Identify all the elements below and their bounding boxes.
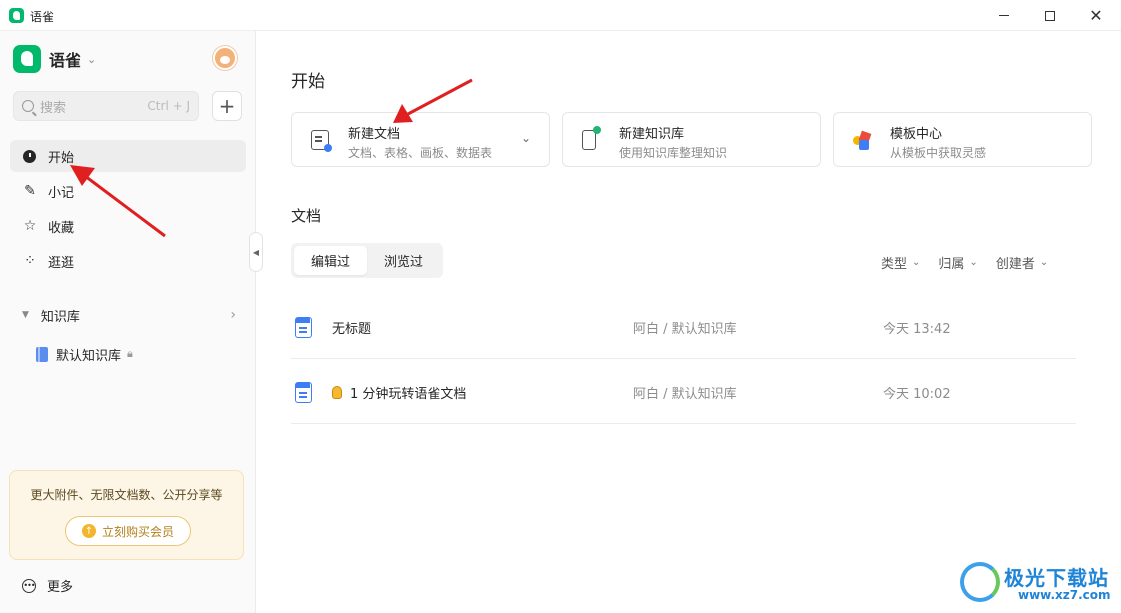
- maximize-button[interactable]: [1027, 0, 1073, 31]
- minimize-button[interactable]: [981, 0, 1027, 31]
- sidebar-item-label: 收藏: [48, 220, 75, 236]
- book-icon: [36, 346, 48, 362]
- card-title: 模板中心: [890, 127, 943, 142]
- star-icon: ☆: [23, 218, 37, 234]
- promo-text: 更大附件、无限文档数、公开分享等: [30, 488, 223, 502]
- clock-icon: [23, 149, 36, 163]
- filter-label: 归属: [938, 257, 965, 272]
- window-titlebar: 语雀 ✕: [0, 0, 1121, 31]
- document-time: 今天 13:42: [883, 322, 951, 337]
- filter-type[interactable]: 类型 ⌄: [881, 253, 920, 272]
- document-icon: [295, 382, 312, 403]
- filter-label: 创建者: [995, 257, 1035, 272]
- template-icon: [853, 130, 873, 150]
- avatar[interactable]: [213, 46, 237, 70]
- card-title: 新建知识库: [619, 127, 685, 142]
- document-path: 阿白 / 默认知识库: [633, 322, 737, 337]
- buy-membership-button[interactable]: ↑ 立刻购买会员: [65, 516, 191, 546]
- close-button[interactable]: ✕: [1073, 0, 1119, 31]
- sidebar-item-start[interactable]: 开始: [10, 140, 246, 172]
- sidebar-item-label: 开始: [48, 150, 75, 166]
- watermark-name: 极光下载站: [1004, 566, 1109, 590]
- knowledge-base-item-label: 默认知识库: [56, 348, 122, 364]
- buy-membership-label: 立刻购买会员: [101, 524, 174, 539]
- table-row[interactable]: 无标题 阿白 / 默认知识库 今天 13:42: [291, 294, 1076, 359]
- arrow-up-icon: ↑: [81, 524, 96, 538]
- yuque-logo-icon: [13, 45, 41, 73]
- card-subtitle: 使用知识库整理知识: [619, 146, 728, 160]
- filter-label: 类型: [881, 257, 908, 272]
- more-menu[interactable]: ••• 更多: [22, 576, 73, 595]
- grid-icon: ⁘: [24, 253, 36, 269]
- knowledge-base-header[interactable]: ▼ 知识库 ›: [22, 304, 236, 326]
- sidebar-item-explore[interactable]: ⁘ 逛逛: [10, 245, 246, 277]
- document-title: 1 分钟玩转语雀文档: [332, 383, 466, 402]
- card-title: 新建文档: [348, 127, 401, 142]
- document-path: 阿白 / 默认知识库: [633, 387, 737, 402]
- document-title-text: 无标题: [332, 322, 372, 337]
- sidebar-item-notes[interactable]: ✎ 小记: [10, 175, 246, 207]
- search-input[interactable]: 搜索 Ctrl + J: [13, 91, 199, 121]
- minimize-icon: [999, 15, 1009, 16]
- new-kb-icon: [582, 126, 601, 150]
- template-center-card[interactable]: 模板中心 从模板中获取灵感: [833, 112, 1092, 167]
- filter-owner[interactable]: 归属 ⌄: [938, 253, 977, 272]
- document-filters: 类型 ⌄ 归属 ⌄ 创建者 ⌄: [881, 253, 1048, 272]
- document-icon: [295, 317, 312, 338]
- search-icon: [22, 100, 34, 112]
- watermark-logo-icon: [960, 562, 1000, 602]
- tab-edited[interactable]: 编辑过: [294, 246, 367, 275]
- brand-name: 语雀: [49, 51, 82, 70]
- document-title: 无标题: [332, 318, 371, 337]
- sidebar-item-favorites[interactable]: ☆ 收藏: [10, 210, 246, 242]
- card-subtitle: 文档、表格、画板、数据表: [348, 146, 493, 160]
- document-list: 无标题 阿白 / 默认知识库 今天 13:42 1 分钟玩转语雀文档 阿白 / …: [291, 294, 1076, 424]
- more-icon: •••: [22, 578, 36, 593]
- sidebar-item-label: 小记: [48, 185, 75, 201]
- sidebar: 语雀 ⌄ 搜索 Ctrl + J + 开始 ✎ 小记 ☆ 收藏 ⁘ 逛逛 ▼ 知…: [0, 31, 256, 613]
- document-title-text: 1 分钟玩转语雀文档: [350, 387, 467, 402]
- quick-actions: 新建文档 文档、表格、画板、数据表 ⌄ 新建知识库 使用知识库整理知识 模板中心…: [291, 112, 1092, 167]
- more-label: 更多: [47, 580, 74, 595]
- caret-down-icon: ▼: [22, 310, 29, 320]
- knowledge-base-item[interactable]: 默认知识库 🔒︎: [36, 344, 133, 364]
- card-subtitle: 从模板中获取灵感: [890, 146, 987, 160]
- document-tabs: 编辑过 浏览过: [291, 243, 443, 278]
- chevron-down-icon[interactable]: ⌄: [521, 131, 531, 145]
- sidebar-nav: 开始 ✎ 小记 ☆ 收藏 ⁘ 逛逛: [10, 140, 246, 280]
- filter-creator[interactable]: 创建者 ⌄: [996, 253, 1048, 272]
- chevron-down-icon: ⌄: [87, 52, 97, 66]
- new-doc-icon: [311, 130, 332, 152]
- new-knowledge-base-card[interactable]: 新建知识库 使用知识库整理知识: [562, 112, 821, 167]
- brand-switcher[interactable]: 语雀 ⌄: [13, 45, 96, 73]
- search-shortcut: Ctrl + J: [147, 99, 190, 113]
- watermark-url: www.xz7.com: [1018, 588, 1111, 602]
- sidebar-item-label: 逛逛: [48, 255, 75, 271]
- close-icon: ✕: [1089, 5, 1103, 25]
- tab-viewed[interactable]: 浏览过: [367, 246, 440, 275]
- feather-icon: ✎: [24, 183, 36, 199]
- chevron-down-icon: ⌄: [912, 257, 921, 268]
- app-icon: [9, 8, 24, 23]
- lightbulb-icon: [332, 386, 342, 399]
- lock-icon: 🔒︎: [127, 347, 133, 360]
- membership-promo: 更大附件、无限文档数、公开分享等 ↑ 立刻购买会员: [9, 470, 244, 560]
- window-title: 语雀: [30, 10, 55, 24]
- document-time: 今天 10:02: [883, 387, 951, 402]
- chevron-down-icon: ⌄: [969, 257, 978, 268]
- watermark: 极光下载站 www.xz7.com: [958, 560, 1118, 610]
- main-content: 开始 新建文档 文档、表格、画板、数据表 ⌄ 新建知识库 使用知识库整理知识 模…: [256, 31, 1121, 613]
- chevron-right-icon[interactable]: ›: [230, 307, 236, 323]
- table-row[interactable]: 1 分钟玩转语雀文档 阿白 / 默认知识库 今天 10:02: [291, 359, 1076, 424]
- chevron-down-icon: ⌄: [1039, 257, 1049, 268]
- knowledge-base-title: 知识库: [40, 309, 80, 325]
- maximize-icon: [1045, 10, 1055, 21]
- documents-heading: 文档: [291, 207, 322, 225]
- add-button[interactable]: +: [212, 91, 242, 121]
- new-doc-card[interactable]: 新建文档 文档、表格、画板、数据表 ⌄: [291, 112, 550, 167]
- search-placeholder: 搜索: [40, 100, 67, 116]
- page-title: 开始: [291, 72, 325, 92]
